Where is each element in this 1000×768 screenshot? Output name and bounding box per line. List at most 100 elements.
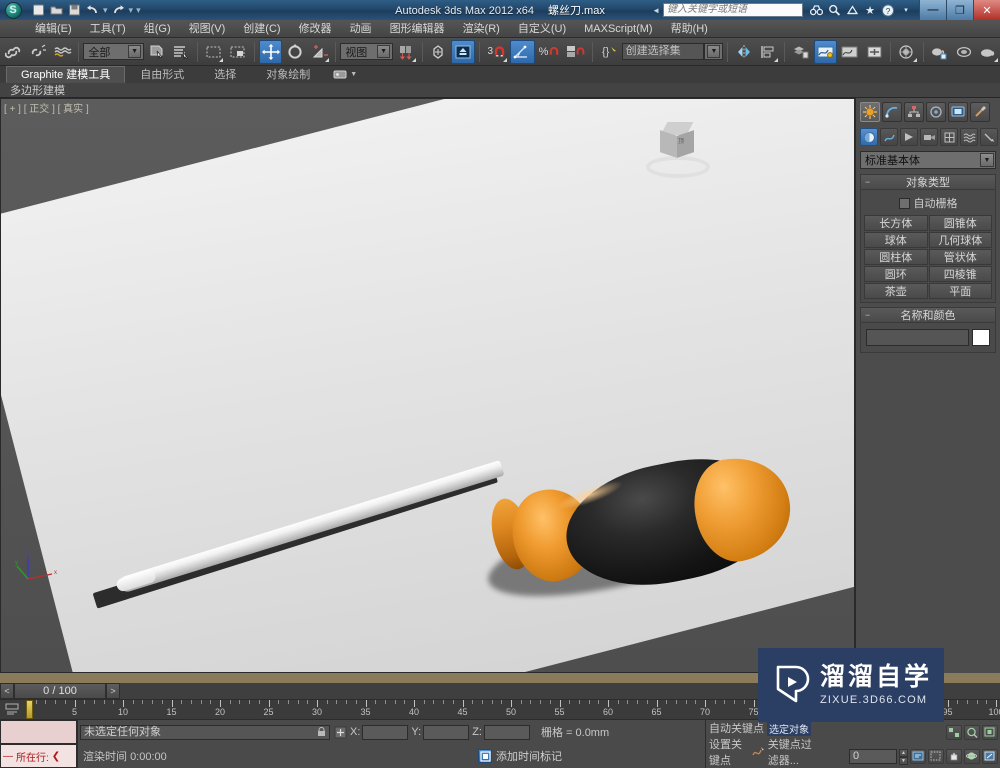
maxscript-expand-arrow[interactable]: ❮ — [52, 751, 60, 762]
time-slider-thumb[interactable] — [26, 700, 33, 719]
cp-tab-motion[interactable] — [926, 102, 946, 122]
create-pyramid-button[interactable]: 四棱锥 — [928, 266, 992, 282]
menu-animation[interactable]: 动画 — [341, 20, 381, 38]
name-and-color-rollout-header[interactable]: − 名称和颜色 — [861, 308, 995, 323]
cp-tab-modify[interactable] — [882, 102, 902, 122]
frame-spinner[interactable]: ▲ ▼ — [899, 748, 908, 765]
menu-modifiers[interactable]: 修改器 — [290, 20, 341, 38]
set-key-button-icon[interactable] — [752, 746, 765, 758]
pan-view-button[interactable] — [946, 748, 962, 764]
tab-freeform[interactable]: 自由形式 — [125, 66, 199, 83]
menu-rendering[interactable]: 渲染(R) — [454, 20, 509, 38]
geometry-category-dropdown[interactable]: 标准基本体 ▼ — [860, 151, 996, 169]
ribbon-subpanel-label[interactable]: 多边形建模 — [6, 82, 69, 98]
open-file-icon[interactable] — [48, 2, 65, 19]
collapse-icon[interactable]: − — [865, 310, 870, 320]
create-geosphere-button[interactable]: 几何球体 — [928, 232, 992, 248]
menu-edit[interactable]: 编辑(E) — [26, 20, 81, 38]
app-logo-button[interactable]: S — [0, 0, 26, 20]
help-dropdown-icon[interactable]: ▾ — [899, 3, 913, 17]
material-explorer-button[interactable] — [863, 40, 886, 64]
maxscript-input-pane[interactable]: — 所在行: ❮ — [0, 744, 77, 768]
redo-icon[interactable] — [110, 2, 127, 19]
cp-cat-shapes[interactable] — [880, 128, 898, 146]
maxscript-mini-listener[interactable]: — 所在行: ❮ — [0, 720, 78, 768]
maximize-button[interactable]: ❐ — [946, 0, 973, 20]
lock-selection-icon[interactable] — [317, 727, 326, 737]
collapse-icon[interactable]: − — [865, 177, 870, 187]
favorites-star-icon[interactable]: ★ — [863, 3, 877, 17]
add-time-tag-icon[interactable] — [478, 749, 492, 763]
create-torus-button[interactable]: 圆环 — [864, 266, 928, 282]
cp-tab-create[interactable] — [860, 102, 880, 122]
rendered-frame-window-button[interactable] — [952, 40, 975, 64]
zoom-all-button[interactable] — [964, 724, 980, 740]
cp-tab-display[interactable] — [948, 102, 968, 122]
create-teapot-button[interactable]: 茶壶 — [864, 283, 928, 299]
menu-create[interactable]: 创建(C) — [234, 20, 289, 38]
menu-tools[interactable]: 工具(T) — [81, 20, 135, 38]
tab-graphite-modeling-tools[interactable]: Graphite 建模工具 — [6, 66, 126, 83]
binoculars-icon[interactable] — [809, 3, 823, 17]
cp-cat-space-warps[interactable] — [960, 128, 978, 146]
view-cube[interactable]: 顶 — [646, 122, 710, 180]
create-sphere-button[interactable]: 球体 — [864, 232, 928, 248]
select-and-rotate-button[interactable] — [283, 40, 306, 64]
view-cube-box[interactable]: 顶 — [660, 122, 696, 158]
render-setup-button[interactable] — [928, 40, 951, 64]
viewport-perspective[interactable]: [ + ] [ 正交 ] [ 真实 ] 顶 z x y — [0, 98, 855, 673]
edit-named-selection-sets-button[interactable]: {} — [597, 40, 620, 64]
chevron-down-icon[interactable]: ▼ — [980, 153, 994, 167]
tab-selection[interactable]: 选择 — [199, 66, 251, 83]
chevron-down-icon[interactable]: ▼ — [707, 45, 721, 58]
customize-qat-icon[interactable]: ▾ — [135, 5, 142, 16]
object-color-swatch[interactable] — [972, 329, 990, 346]
create-tube-button[interactable]: 管状体 — [928, 249, 992, 265]
chevron-down-icon[interactable]: ▼ — [377, 45, 391, 58]
key-filters-button[interactable]: 关键点过滤器... — [768, 736, 822, 768]
select-and-scale-button[interactable] — [308, 40, 331, 64]
x-coordinate-field[interactable] — [362, 724, 409, 740]
select-object-button[interactable] — [145, 40, 168, 64]
cp-cat-lights[interactable] — [900, 128, 918, 146]
selection-filter-combo[interactable]: 全部 ▼ — [83, 43, 145, 60]
save-file-icon[interactable] — [66, 2, 83, 19]
viewport-label[interactable]: [ + ] [ 正交 ] [ 真实 ] — [4, 100, 89, 115]
time-configuration-button[interactable] — [910, 748, 926, 764]
cp-cat-cameras[interactable] — [920, 128, 938, 146]
rectangular-selection-region-button[interactable] — [202, 40, 225, 64]
transform-type-in-icon[interactable] — [333, 726, 347, 739]
unlink-selection-button[interactable] — [26, 40, 49, 64]
curve-editor-button[interactable] — [813, 39, 838, 64]
field-of-view-button[interactable] — [928, 748, 944, 764]
undo-dropdown-icon[interactable]: ▾ — [102, 5, 109, 16]
named-selection-set-dropdown[interactable]: ▼ — [703, 43, 724, 60]
autodesk-exchange-icon[interactable] — [845, 3, 859, 17]
previous-frame-button[interactable]: < — [0, 683, 14, 699]
layer-manager-button[interactable] — [789, 40, 812, 64]
menu-views[interactable]: 视图(V) — [180, 20, 235, 38]
maxscript-output-pane[interactable] — [0, 720, 77, 744]
spinner-snap-toggle-button[interactable] — [563, 40, 588, 64]
snaps-toggle-button[interactable]: 3 — [484, 40, 509, 64]
select-and-manipulate-button[interactable] — [427, 40, 450, 64]
cp-cat-geometry[interactable] — [860, 128, 878, 146]
close-button[interactable]: ✕ — [973, 0, 1000, 20]
select-by-name-button[interactable] — [170, 40, 193, 64]
object-type-rollout-header[interactable]: − 对象类型 — [861, 175, 995, 190]
angle-snap-toggle-button[interactable] — [509, 39, 536, 64]
autogrid-checkbox[interactable] — [898, 197, 910, 209]
schematic-view-button[interactable] — [838, 40, 861, 64]
render-production-button[interactable] — [977, 40, 1000, 64]
chevron-down-icon[interactable]: ▼ — [128, 45, 142, 58]
menu-graph-editors[interactable]: 图形编辑器 — [381, 20, 454, 38]
cp-cat-helpers[interactable] — [940, 128, 958, 146]
view-cube-compass-ring[interactable] — [646, 156, 710, 178]
chevron-down-icon[interactable]: ▼ — [350, 71, 357, 78]
menu-group[interactable]: 组(G) — [135, 20, 180, 38]
current-frame-field[interactable]: 0 — [849, 748, 897, 764]
align-button[interactable] — [757, 40, 780, 64]
redo-dropdown-icon[interactable]: ▾ — [128, 5, 135, 16]
add-time-tag-group[interactable]: 添加时间标记 — [478, 748, 562, 764]
cp-tab-utilities[interactable] — [970, 102, 990, 122]
